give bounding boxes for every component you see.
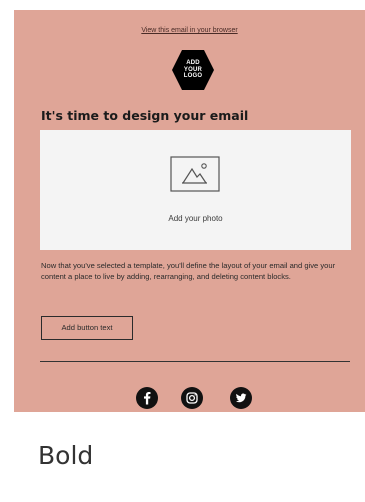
template-name: Bold	[38, 441, 94, 470]
image-icon	[170, 156, 220, 192]
template-card[interactable]: View this email in your browser ADD YOUR…	[0, 0, 365, 502]
body-paragraph: Now that you've selected a template, you…	[41, 261, 336, 281]
add-button-text-button[interactable]: Add button text	[41, 316, 133, 340]
facebook-icon[interactable]	[136, 387, 158, 409]
twitter-icon[interactable]	[230, 387, 252, 409]
photo-placeholder[interactable]: Add your photo	[40, 130, 351, 250]
email-headline: It's time to design your email	[41, 108, 249, 123]
divider	[40, 361, 350, 362]
view-in-browser-link[interactable]: View this email in your browser	[14, 26, 365, 36]
logo-text: ADD YOUR LOGO	[171, 60, 215, 80]
email-template-preview[interactable]: View this email in your browser ADD YOUR…	[14, 10, 365, 412]
twitter-glyph	[235, 393, 247, 403]
logo-line-3: LOGO	[183, 73, 203, 79]
logo-placeholder: ADD YOUR LOGO	[171, 49, 215, 91]
facebook-glyph	[144, 392, 151, 405]
instagram-glyph	[186, 392, 198, 404]
instagram-icon[interactable]	[181, 387, 203, 409]
photo-label: Add your photo	[168, 214, 223, 223]
